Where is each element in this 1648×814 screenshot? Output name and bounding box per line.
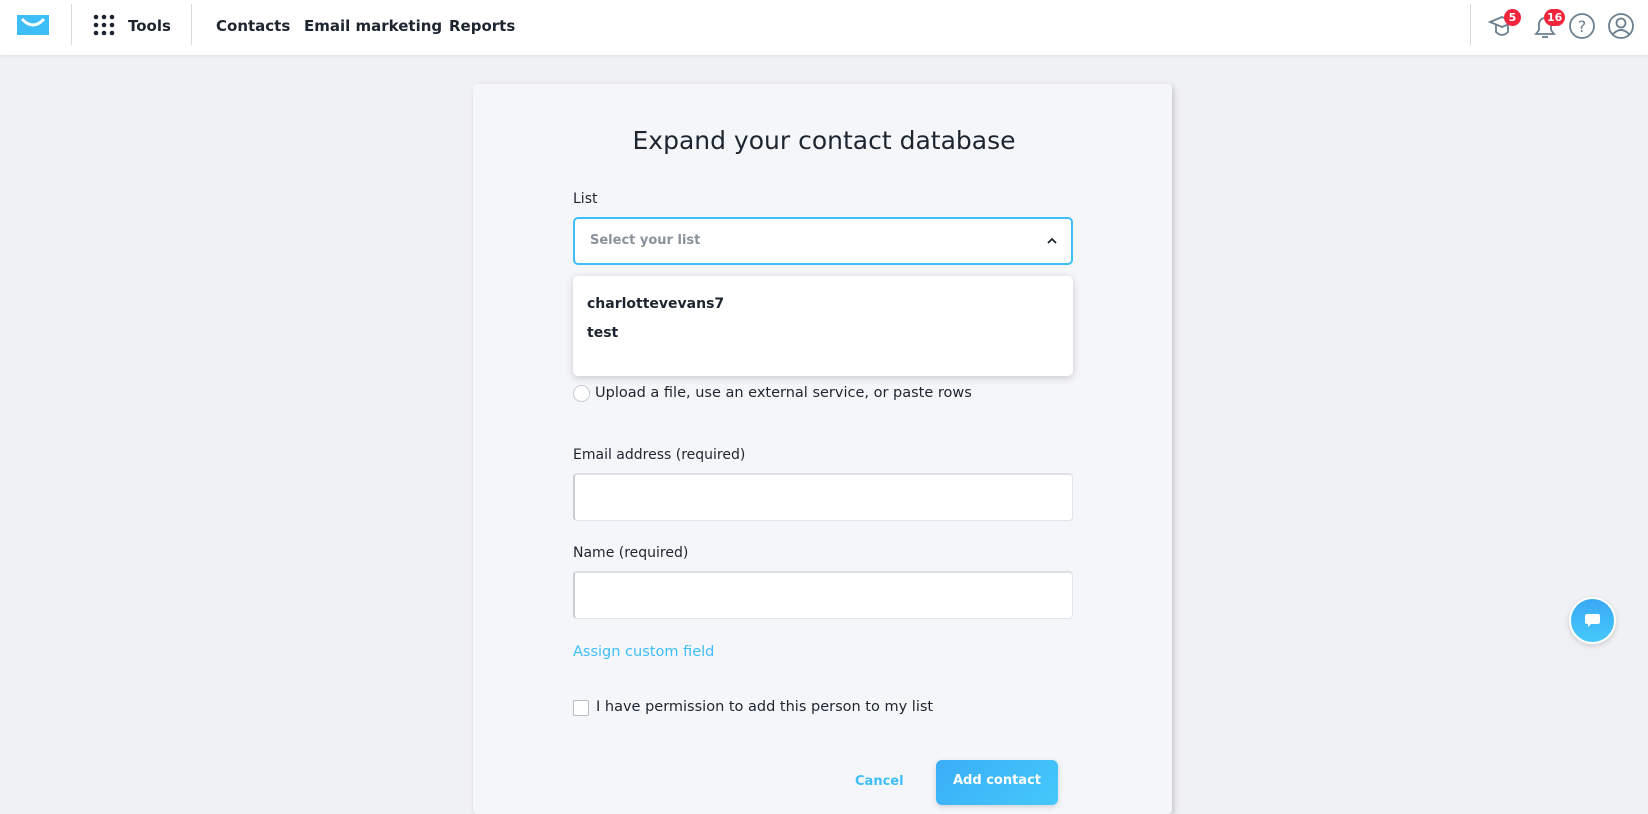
permission-label: I have permission to add this person to … (596, 699, 934, 715)
chat-bubble-icon (1585, 614, 1600, 627)
svg-text:?: ? (1578, 17, 1587, 36)
list-placeholder: Select your list (590, 233, 701, 248)
nav-tools[interactable]: Tools (128, 17, 171, 35)
list-option[interactable]: test (587, 325, 618, 341)
assign-custom-field-link[interactable]: Assign custom field (573, 644, 714, 660)
notifications-button[interactable]: 16 (1530, 9, 1566, 42)
upload-option-label: Upload a file, use an external service, … (595, 385, 972, 401)
permission-checkbox[interactable] (573, 700, 589, 716)
email-label: Email address (required) (573, 447, 746, 463)
name-field[interactable] (573, 571, 1073, 619)
help-icon[interactable]: ? (1568, 12, 1596, 40)
list-option[interactable]: charlottevevans7 (587, 296, 724, 312)
list-label: List (573, 191, 598, 207)
email-field[interactable] (573, 473, 1073, 521)
nav-contacts[interactable]: Contacts (216, 17, 290, 35)
upload-radio[interactable] (573, 385, 590, 402)
notifications-badge: 16 (1544, 9, 1566, 26)
list-select[interactable]: Select your list (573, 217, 1073, 265)
apps-grid-icon[interactable] (93, 14, 115, 36)
academy-button[interactable]: 5 (1487, 9, 1521, 42)
chat-button[interactable] (1569, 597, 1616, 644)
chevron-up-icon (1047, 237, 1057, 244)
list-dropdown-menu: charlottevevans7 test (573, 276, 1073, 376)
cancel-button[interactable]: Cancel (855, 774, 904, 789)
nav-email-marketing[interactable]: Email marketing (304, 17, 442, 35)
nav-reports[interactable]: Reports (449, 17, 515, 35)
user-account-icon[interactable] (1607, 12, 1635, 40)
logo-icon[interactable] (17, 15, 49, 35)
add-contact-button[interactable]: Add contact (936, 760, 1058, 805)
page-title: Expand your contact database (632, 126, 1016, 155)
top-navbar: Tools Contacts Email marketing Reports 5… (0, 0, 1648, 55)
name-label: Name (required) (573, 545, 689, 561)
academy-badge: 5 (1504, 9, 1521, 26)
